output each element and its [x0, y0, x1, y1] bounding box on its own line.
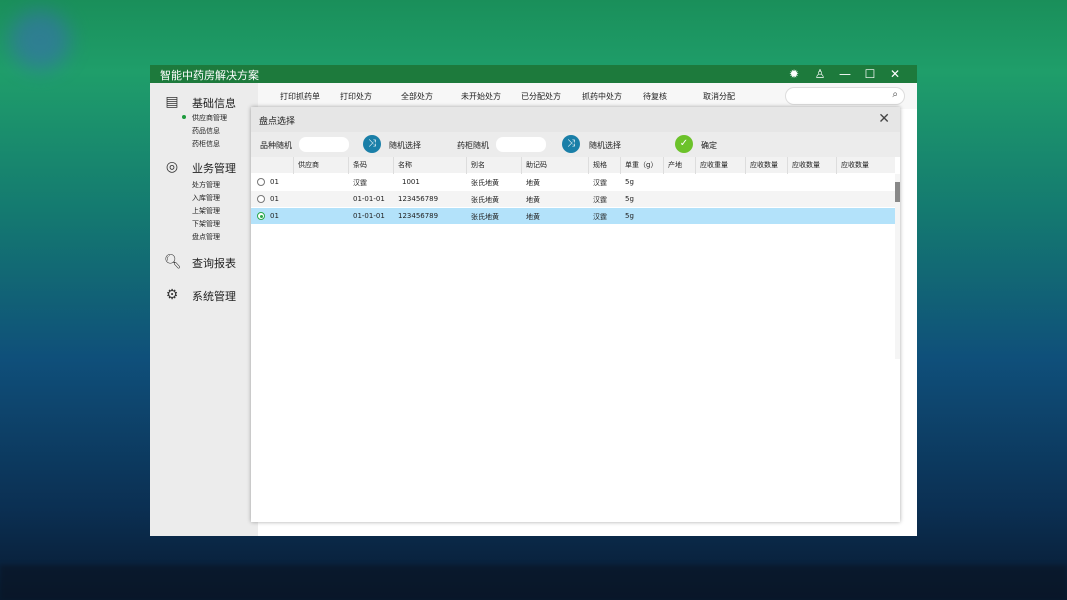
- table-cell: 张氏地黄: [471, 196, 499, 204]
- target-icon: ◎: [165, 159, 179, 175]
- table-cell: 123456789: [398, 212, 439, 220]
- row-radio[interactable]: [257, 195, 265, 203]
- column-header[interactable]: 应收重量: [695, 157, 728, 174]
- variety-random-input[interactable]: [299, 137, 349, 152]
- sidebar-item-inventory[interactable]: 盘点管理: [192, 232, 220, 242]
- shuffle-icon[interactable]: ⤨: [363, 135, 381, 153]
- variety-random-label: 品种随机: [260, 141, 292, 150]
- app-title: 智能中药房解决方案: [160, 69, 259, 82]
- table-header: 供应商 条码 名称 别名 助记码 规格 单重（g） 产地 应收重量 应收数量 应收数量 应收数量: [251, 157, 895, 174]
- cancel-assign-button[interactable]: 取消分配: [703, 91, 735, 102]
- scrollbar-thumb[interactable]: [895, 182, 900, 202]
- title-bar: 智能中药房解决方案 ✹ ♙ — ☐ ✕: [150, 65, 917, 83]
- taskbar: [0, 565, 1067, 600]
- gear-icon: ⚙: [165, 287, 179, 303]
- document-icon: ▤: [165, 94, 179, 110]
- column-header[interactable]: 别名: [466, 157, 485, 174]
- table-cell: 1001: [402, 178, 420, 186]
- column-header[interactable]: 应收数量: [836, 157, 869, 174]
- random-select-button-2[interactable]: 随机选择: [589, 140, 621, 151]
- inventory-select-dialog: 盘点选择 ✕ 品种随机 ⤨ 随机选择 药柜随机 ⤨ 随机选择 ✓ 确定 供应商 条…: [251, 107, 900, 522]
- column-header[interactable]: 规格: [588, 157, 607, 174]
- dialog-header: 盘点选择 ✕: [251, 107, 900, 132]
- table-cell: 01: [270, 212, 279, 220]
- row-radio[interactable]: [257, 178, 265, 186]
- dialog-toolbar: 品种随机 ⤨ 随机选择 药柜随机 ⤨ 随机选择 ✓ 确定: [251, 132, 900, 157]
- cabinet-random-input[interactable]: [496, 137, 546, 152]
- dialog-title: 盘点选择: [259, 117, 296, 127]
- assigned-button[interactable]: 已分配处方: [521, 91, 561, 102]
- search-input[interactable]: ⌕: [785, 87, 905, 105]
- sidebar-item-supplier[interactable]: 供应商管理: [192, 113, 227, 123]
- table-row[interactable]: 01 01-01-01 123456789 张氏地黄 地黄 汉霆 5g: [251, 191, 895, 208]
- table-row[interactable]: 01 01-01-01 123456789 张氏地黄 地黄 汉霆 5g: [251, 208, 895, 225]
- sidebar: ▤ 基础信息 供应商管理 药品信息 药柜信息 ◎ 业务管理 处方管理 入库管理 …: [150, 83, 258, 536]
- print-prescription-button[interactable]: 打印处方: [340, 91, 372, 102]
- search-icon[interactable]: ⌕: [892, 89, 898, 100]
- table-cell: 张氏地黄: [471, 179, 499, 187]
- table-cell: 5g: [625, 212, 634, 220]
- table-cell: 汉霆: [593, 179, 607, 187]
- shuffle-icon[interactable]: ⤨: [562, 135, 580, 153]
- not-started-button[interactable]: 未开始处方: [461, 91, 501, 102]
- table-cell: 123456789: [398, 195, 439, 203]
- maximize-icon[interactable]: ☐: [862, 66, 878, 82]
- table-row[interactable]: 01 汉霆 1001 张氏地黄 地黄 汉霆 5g: [251, 174, 895, 191]
- table-cell: 地黄: [526, 196, 540, 204]
- vertical-scrollbar[interactable]: [895, 174, 900, 359]
- sidebar-item-unshelve[interactable]: 下架管理: [192, 219, 220, 229]
- close-icon[interactable]: ✕: [878, 111, 890, 127]
- sidebar-item-shelve[interactable]: 上架管理: [192, 206, 220, 216]
- search-icon: 🔍︎: [164, 254, 182, 270]
- sidebar-item-inbound[interactable]: 入库管理: [192, 193, 220, 203]
- active-dot: [182, 115, 186, 119]
- minimize-icon[interactable]: —: [837, 66, 853, 82]
- table-cell: 地黄: [526, 213, 540, 221]
- table-cell: 01-01-01: [353, 212, 385, 220]
- table-cell: 01: [270, 195, 279, 203]
- all-prescriptions-button[interactable]: 全部处方: [401, 91, 433, 102]
- table-cell: 地黄: [526, 179, 540, 187]
- column-header[interactable]: 产地: [663, 157, 682, 174]
- column-header[interactable]: 助记码: [521, 157, 547, 174]
- table-cell: 5g: [625, 178, 634, 186]
- table-cell: 汉霆: [353, 179, 367, 187]
- table-cell: 01-01-01: [353, 195, 385, 203]
- sidebar-item-drug-info[interactable]: 药品信息: [192, 126, 220, 136]
- cabinet-random-label: 药柜随机: [457, 141, 489, 150]
- column-header[interactable]: 条码: [348, 157, 367, 174]
- sidebar-item-prescription[interactable]: 处方管理: [192, 180, 220, 190]
- column-header[interactable]: 名称: [393, 157, 412, 174]
- user-icon[interactable]: ♙: [812, 66, 828, 82]
- row-radio[interactable]: [257, 212, 265, 220]
- sidebar-item-cabinet-info[interactable]: 药柜信息: [192, 139, 220, 149]
- inventory-table: 供应商 条码 名称 别名 助记码 规格 单重（g） 产地 应收重量 应收数量 应收数量 应收数量 01 汉…: [251, 157, 895, 225]
- table-cell: 汉霆: [593, 213, 607, 221]
- check-icon[interactable]: ✓: [675, 135, 693, 153]
- random-select-button[interactable]: 随机选择: [389, 140, 421, 151]
- print-pick-list-button[interactable]: 打印抓药单: [280, 91, 320, 102]
- table-cell: 汉霆: [593, 196, 607, 204]
- column-header[interactable]: 应收数量: [787, 157, 820, 174]
- table-cell: 01: [270, 178, 279, 186]
- table-cell: 张氏地黄: [471, 213, 499, 221]
- settings-icon[interactable]: ✹: [786, 66, 802, 82]
- column-header[interactable]: 供应商: [293, 157, 319, 174]
- desktop-blur: [10, 10, 70, 70]
- close-icon[interactable]: ✕: [887, 66, 903, 82]
- confirm-button[interactable]: 确定: [701, 140, 717, 151]
- table-cell: 5g: [625, 195, 634, 203]
- column-header[interactable]: 应收数量: [745, 157, 778, 174]
- pending-review-button[interactable]: 待复核: [643, 91, 667, 102]
- picking-button[interactable]: 抓药中处方: [582, 91, 622, 102]
- column-header[interactable]: 单重（g）: [620, 157, 657, 174]
